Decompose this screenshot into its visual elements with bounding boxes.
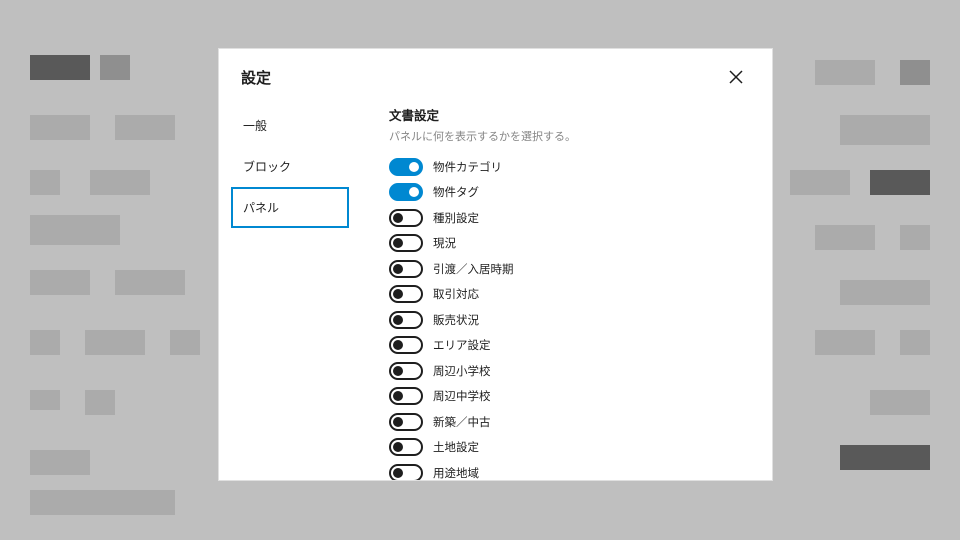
- close-button[interactable]: [722, 63, 750, 91]
- tab-1[interactable]: ブロック: [231, 146, 349, 187]
- toggle-row-4: 引渡／入居時期: [389, 256, 754, 282]
- toggle-label: 販売状況: [433, 312, 479, 328]
- section-description: パネルに何を表示するかを選択する。: [389, 128, 754, 144]
- section-title: 文書設定: [389, 105, 754, 124]
- toggle-switch[interactable]: [389, 158, 423, 176]
- toggle-label: 取引対応: [433, 286, 479, 302]
- toggle-label: 周辺中学校: [433, 388, 491, 404]
- toggle-row-11: 土地設定: [389, 435, 754, 461]
- toggle-row-6: 販売状況: [389, 307, 754, 333]
- toggle-switch[interactable]: [389, 438, 423, 456]
- modal-title: 設定: [241, 67, 271, 88]
- toggle-switch[interactable]: [389, 387, 423, 405]
- toggle-row-8: 周辺小学校: [389, 358, 754, 384]
- toggle-label: 引渡／入居時期: [433, 261, 514, 277]
- settings-modal: 設定 一般ブロックパネル 文書設定 パネルに何を表示するかを選択する。 物件カテ…: [218, 48, 773, 481]
- toggle-row-10: 新築／中古: [389, 409, 754, 435]
- toggle-row-5: 取引対応: [389, 282, 754, 308]
- toggle-switch[interactable]: [389, 413, 423, 431]
- toggle-label: エリア設定: [433, 337, 491, 353]
- tab-0[interactable]: 一般: [231, 105, 349, 146]
- toggle-switch[interactable]: [389, 311, 423, 329]
- toggle-list: 物件カテゴリ物件タグ種別設定現況引渡／入居時期取引対応販売状況エリア設定周辺小学…: [389, 154, 754, 480]
- toggle-switch[interactable]: [389, 285, 423, 303]
- toggle-label: 周辺小学校: [433, 363, 491, 379]
- toggle-switch[interactable]: [389, 209, 423, 227]
- toggle-label: 新築／中古: [433, 414, 491, 430]
- settings-tabs: 一般ブロックパネル: [219, 105, 349, 480]
- toggle-row-2: 種別設定: [389, 205, 754, 231]
- toggle-label: 種別設定: [433, 210, 479, 226]
- toggle-row-3: 現況: [389, 231, 754, 257]
- toggle-switch[interactable]: [389, 234, 423, 252]
- toggle-label: 現況: [433, 235, 456, 251]
- toggle-switch[interactable]: [389, 464, 423, 480]
- toggle-switch[interactable]: [389, 362, 423, 380]
- toggle-switch[interactable]: [389, 183, 423, 201]
- modal-header: 設定: [219, 49, 772, 105]
- toggle-label: 土地設定: [433, 439, 479, 455]
- close-icon: [728, 69, 744, 85]
- toggle-row-12: 用途地域: [389, 460, 754, 480]
- toggle-switch[interactable]: [389, 336, 423, 354]
- tab-2[interactable]: パネル: [231, 187, 349, 228]
- toggle-label: 物件カテゴリ: [433, 159, 502, 175]
- panel-content[interactable]: 文書設定 パネルに何を表示するかを選択する。 物件カテゴリ物件タグ種別設定現況引…: [349, 105, 772, 480]
- toggle-row-7: エリア設定: [389, 333, 754, 359]
- toggle-row-9: 周辺中学校: [389, 384, 754, 410]
- toggle-label: 物件タグ: [433, 184, 479, 200]
- toggle-switch[interactable]: [389, 260, 423, 278]
- toggle-row-1: 物件タグ: [389, 180, 754, 206]
- toggle-label: 用途地域: [433, 465, 479, 480]
- modal-body: 一般ブロックパネル 文書設定 パネルに何を表示するかを選択する。 物件カテゴリ物…: [219, 105, 772, 480]
- toggle-row-0: 物件カテゴリ: [389, 154, 754, 180]
